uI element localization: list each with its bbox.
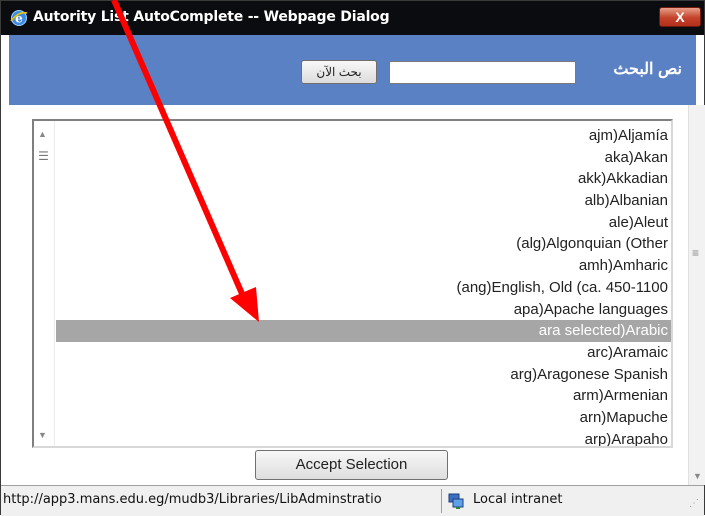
close-button[interactable]: X: [659, 7, 701, 27]
security-zone-label: Local intranet: [473, 492, 563, 507]
title-bar: e Autority List AutoComplete -- Webpage …: [1, 1, 704, 35]
list-items: ajm)Aljamía aka)Akan akk)Akkadian alb)Alban…: [56, 125, 671, 446]
list-item[interactable]: alb)Albanian: [56, 190, 671, 212]
resize-grip-icon[interactable]: ⋰: [689, 498, 699, 509]
dialog-scrollbar[interactable]: ≡ ▼: [688, 105, 705, 485]
network-icon: [448, 493, 464, 509]
search-input[interactable]: [389, 61, 576, 84]
scroll-down-icon[interactable]: ▼: [38, 430, 47, 440]
list-item[interactable]: amh)Amharic: [56, 255, 671, 277]
ie-icon: e: [10, 10, 28, 26]
list-item[interactable]: ajm)Aljamía: [56, 125, 671, 147]
scroll-up-icon[interactable]: ▲: [38, 129, 47, 139]
list-item[interactable]: (ang)English, Old (ca. 450-1100: [56, 277, 671, 299]
search-label: نص البحث: [613, 61, 682, 78]
list-item[interactable]: aka)Akan: [56, 147, 671, 169]
dialog-scroll-down-icon[interactable]: ▼: [693, 471, 702, 481]
list-item[interactable]: arp)Arapaho: [56, 429, 671, 446]
list-item[interactable]: akk)Akkadian: [56, 168, 671, 190]
scroll-thumb-grip-icon[interactable]: ☰: [36, 149, 51, 165]
search-now-button[interactable]: بحث الآن: [301, 60, 377, 84]
list-item[interactable]: ale)Aleut: [56, 212, 671, 234]
status-divider: [441, 489, 442, 513]
status-bar: http://app3.mans.edu.eg/mudb3/Libraries/…: [1, 485, 704, 516]
list-item[interactable]: arc)Aramaic: [56, 342, 671, 364]
status-url: http://app3.mans.edu.eg/mudb3/Libraries/…: [3, 492, 382, 507]
list-item[interactable]: (alg)Algonquian (Other: [56, 233, 671, 255]
search-panel: نص البحث بحث الآن: [9, 35, 696, 105]
accept-selection-button[interactable]: Accept Selection: [255, 450, 448, 480]
listbox-scrollbar[interactable]: ▲ ☰ ▼: [34, 121, 55, 446]
dialog-window: e Autority List AutoComplete -- Webpage …: [0, 0, 705, 516]
window-title: Autority List AutoComplete -- Webpage Di…: [33, 9, 390, 25]
list-item[interactable]: apa)Apache languages: [56, 299, 671, 321]
list-item-selected[interactable]: ara selected)Arabic: [56, 320, 671, 342]
list-item[interactable]: arn)Mapuche: [56, 407, 671, 429]
list-item[interactable]: arm)Armenian: [56, 385, 671, 407]
dialog-scroll-grip-icon[interactable]: ≡: [692, 246, 699, 260]
list-item[interactable]: arg)Aragonese Spanish: [56, 364, 671, 386]
authority-listbox[interactable]: ▲ ☰ ▼ ajm)Aljamía aka)Akan akk)Akkadian alb…: [32, 119, 673, 448]
